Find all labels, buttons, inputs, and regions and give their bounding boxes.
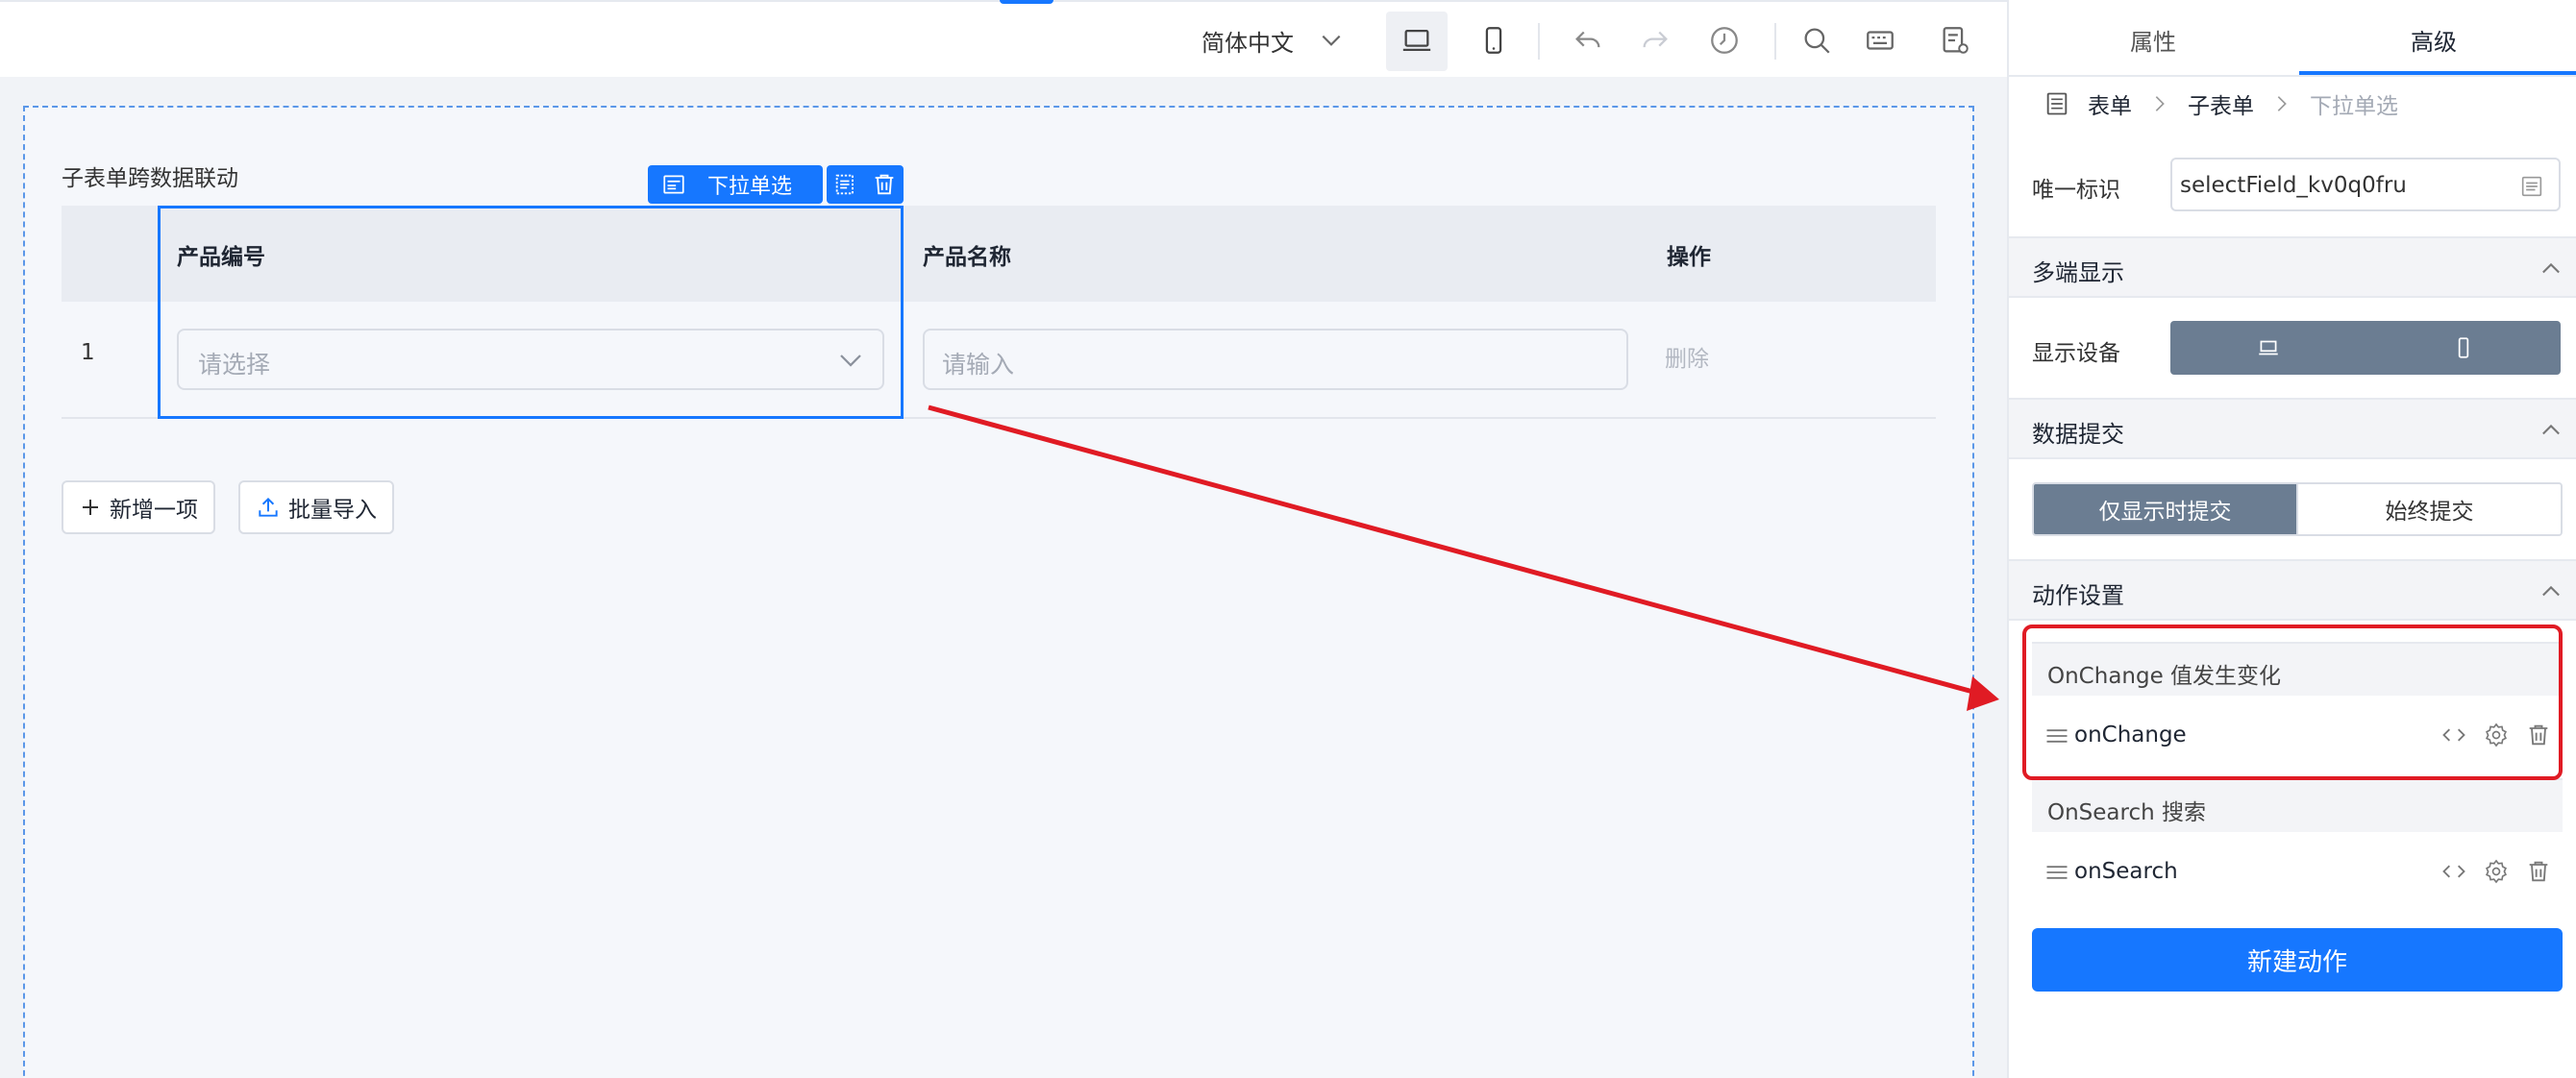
unique-id-value: selectField_kv0q0fru <box>2180 173 2407 198</box>
undo-icon[interactable] <box>1569 21 1607 60</box>
property-panel: 属性 高级 表单 子表单 下拉单选 唯一标识 selectField_kv0q0… <box>2007 0 2576 1078</box>
add-item-button[interactable]: 新增一项 <box>62 480 215 534</box>
mobile-icon <box>2458 337 2468 358</box>
display-mobile-option[interactable] <box>2365 321 2561 375</box>
selected-component-outline[interactable] <box>158 206 904 419</box>
breadcrumb-current: 下拉单选 <box>2310 94 2398 119</box>
laptop-icon[interactable] <box>1398 21 1436 60</box>
section-multi-device[interactable]: 多端显示 <box>2009 236 2576 298</box>
laptop-icon <box>2258 340 2278 355</box>
section-action-settings[interactable]: 动作设置 <box>2009 559 2576 621</box>
display-device-label: 显示设备 <box>2032 341 2120 366</box>
submit-when-visible-option[interactable]: 仅显示时提交 <box>2034 484 2296 534</box>
chevron-up-icon <box>2542 262 2560 274</box>
drag-handle-icon[interactable] <box>2043 859 2070 886</box>
upload-icon <box>259 497 278 517</box>
chevron-down-icon <box>1322 35 1341 46</box>
section-multi-device-title: 多端显示 <box>2032 259 2124 286</box>
submit-always-option[interactable]: 始终提交 <box>2296 484 2561 534</box>
gear-icon[interactable] <box>2482 857 2511 886</box>
copy-icon[interactable] <box>2518 173 2545 200</box>
lowcode-editor: 简体中文 子表单跨数据联动 产品编号 产品名称 操作 1 请选择 请输入 删除 … <box>0 0 2576 1078</box>
selected-component-actions <box>827 165 904 204</box>
unique-id-field[interactable]: selectField_kv0q0fru <box>2170 158 2561 211</box>
section-data-submit-title: 数据提交 <box>2032 421 2124 448</box>
row-index: 1 <box>81 340 95 365</box>
submit-mode-toggle: 仅显示时提交 始终提交 <box>2032 482 2563 536</box>
selected-component-label: 下拉单选 <box>707 175 793 199</box>
chevron-right-icon <box>2277 96 2287 111</box>
input-placeholder: 请输入 <box>942 351 1015 379</box>
page-settings-icon[interactable] <box>1936 21 1974 60</box>
event-onsearch-handler: onSearch <box>2074 859 2178 884</box>
code-icon[interactable] <box>2440 857 2468 886</box>
breadcrumb: 表单 子表单 下拉单选 <box>2043 86 2398 121</box>
tab-properties[interactable]: 属性 <box>2130 23 2176 57</box>
tab-advanced[interactable]: 高级 <box>2411 23 2457 57</box>
trash-icon[interactable] <box>2524 857 2553 886</box>
display-device-toggle <box>2170 321 2561 375</box>
toolbar-divider <box>1774 23 1776 60</box>
chevron-up-icon <box>2542 585 2560 597</box>
trash-icon[interactable] <box>871 171 898 198</box>
batch-import-label: 批量导入 <box>288 498 377 523</box>
section-data-submit[interactable]: 数据提交 <box>2009 398 2576 459</box>
event-actions <box>2440 857 2553 886</box>
panel-tabs: 属性 高级 <box>2009 0 2576 77</box>
delete-row-link[interactable]: 删除 <box>1665 340 1709 373</box>
event-onsearch-title: OnSearch 搜索 <box>2047 800 2207 825</box>
chevron-up-icon <box>2542 424 2560 435</box>
event-onsearch-row: onSearch <box>2032 832 2563 913</box>
annotation-highlight-box <box>2022 625 2563 780</box>
add-item-label: 新增一项 <box>110 498 198 523</box>
subform-title: 子表单跨数据联动 <box>62 166 238 191</box>
top-toolbar: 简体中文 <box>0 0 2007 77</box>
chevron-right-icon <box>2155 96 2165 111</box>
column-header-product-name: 产品名称 <box>923 245 1011 270</box>
redo-icon[interactable] <box>1636 21 1674 60</box>
event-onsearch-header: OnSearch 搜索 <box>2032 778 2563 832</box>
language-selector[interactable]: 简体中文 <box>1201 23 1344 58</box>
mobile-icon[interactable] <box>1474 21 1513 60</box>
plus-icon <box>83 500 98 515</box>
selected-component-badge[interactable]: 下拉单选 <box>648 165 823 204</box>
new-action-button[interactable]: 新建动作 <box>2032 928 2563 992</box>
top-indicator <box>1000 0 1053 4</box>
toolbar-divider <box>1538 23 1540 60</box>
breadcrumb-subform[interactable]: 子表单 <box>2188 87 2254 120</box>
language-label: 简体中文 <box>1201 29 1294 57</box>
search-icon[interactable] <box>1797 21 1836 60</box>
display-desktop-option[interactable] <box>2170 321 2365 375</box>
active-tab-indicator <box>2299 71 2576 75</box>
history-icon[interactable] <box>1705 21 1744 60</box>
column-header-actions: 操作 <box>1667 245 1711 270</box>
copy-icon[interactable] <box>832 171 859 198</box>
section-action-settings-title: 动作设置 <box>2032 582 2124 609</box>
unique-id-label: 唯一标识 <box>2032 178 2120 203</box>
select-component-icon <box>663 175 684 194</box>
batch-import-button[interactable]: 批量导入 <box>238 480 394 534</box>
product-name-input[interactable]: 请输入 <box>923 329 1628 390</box>
breadcrumb-form[interactable]: 表单 <box>2088 87 2132 120</box>
keyboard-icon[interactable] <box>1861 21 1899 60</box>
form-icon <box>2046 92 2068 115</box>
